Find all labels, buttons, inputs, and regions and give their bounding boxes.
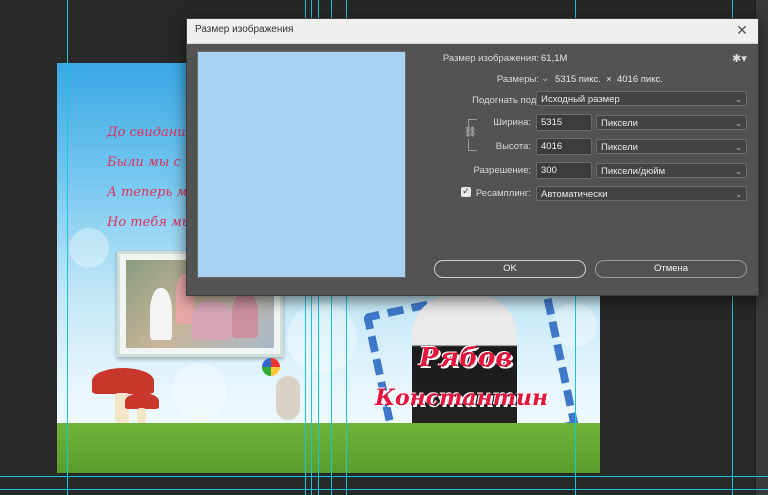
resolution-input[interactable]: 300 bbox=[536, 162, 592, 179]
gear-icon[interactable]: ✱▾ bbox=[732, 52, 747, 65]
chevron-down-icon: ⌄ bbox=[735, 143, 742, 152]
cancel-button[interactable]: Отмена bbox=[595, 260, 747, 278]
height-unit-value: Пиксели bbox=[601, 142, 638, 153]
guide-line[interactable] bbox=[67, 0, 68, 495]
dimensions-label: Размеры: bbox=[496, 74, 539, 85]
image-size-label: Размер изображения: bbox=[442, 53, 539, 64]
resolution-label: Разрешение: bbox=[473, 165, 531, 176]
dialog-titlebar[interactable]: Размер изображения ✕ bbox=[187, 19, 758, 44]
chevron-down-icon: ⌄ bbox=[735, 95, 742, 104]
height-label: Высота: bbox=[495, 141, 531, 152]
resample-select[interactable]: Автоматически ⌄ bbox=[536, 186, 747, 201]
resolution-unit-select[interactable]: Пиксели/дюйм ⌄ bbox=[596, 163, 747, 178]
height-unit-select[interactable]: Пиксели ⌄ bbox=[596, 139, 747, 154]
image-size-dialog: Размер изображения ✕ Размер изображения:… bbox=[186, 18, 759, 296]
chevron-down-icon: ⌄ bbox=[735, 119, 742, 128]
resample-value: Автоматически bbox=[541, 189, 608, 200]
chevron-down-icon[interactable]: ⌄ bbox=[541, 73, 549, 84]
fit-to-select[interactable]: Исходный размер ⌄ bbox=[536, 91, 747, 106]
dialog-title: Размер изображения bbox=[195, 24, 294, 35]
bunny-with-ball-icon bbox=[262, 358, 302, 423]
child-first-name: Рябов bbox=[419, 343, 513, 373]
bokeh-circle bbox=[172, 363, 227, 418]
checkmark-icon[interactable]: ✓ bbox=[461, 187, 471, 197]
child-last-name: Константин bbox=[375, 385, 549, 411]
width-unit-select[interactable]: Пиксели ⌄ bbox=[596, 115, 747, 130]
chevron-down-icon: ⌄ bbox=[735, 190, 742, 199]
resample-label[interactable]: Ресамплинг: bbox=[476, 188, 531, 199]
width-unit-value: Пиксели bbox=[601, 118, 638, 129]
link-icon[interactable]: ⛓ bbox=[464, 126, 477, 139]
ok-button[interactable]: OK bbox=[434, 260, 586, 278]
height-input[interactable]: 4016 bbox=[536, 138, 592, 155]
chevron-down-icon: ⌄ bbox=[735, 167, 742, 176]
grass-strip bbox=[57, 423, 600, 473]
image-size-value: 61,1M bbox=[541, 53, 568, 64]
width-label: Ширина: bbox=[493, 117, 531, 128]
dimensions-value: 5315 пикс. × 4016 пикс. bbox=[555, 74, 663, 85]
guide-line[interactable] bbox=[0, 476, 768, 477]
width-input[interactable]: 5315 bbox=[536, 114, 592, 131]
bokeh-circle bbox=[69, 228, 109, 268]
resolution-unit-value: Пиксели/дюйм bbox=[601, 166, 666, 177]
image-preview[interactable] bbox=[197, 51, 406, 278]
close-icon[interactable]: ✕ bbox=[732, 21, 752, 41]
fit-to-value: Исходный размер bbox=[541, 94, 620, 105]
guide-line[interactable] bbox=[0, 489, 768, 490]
fit-to-label: Подогнать под: bbox=[472, 95, 539, 106]
